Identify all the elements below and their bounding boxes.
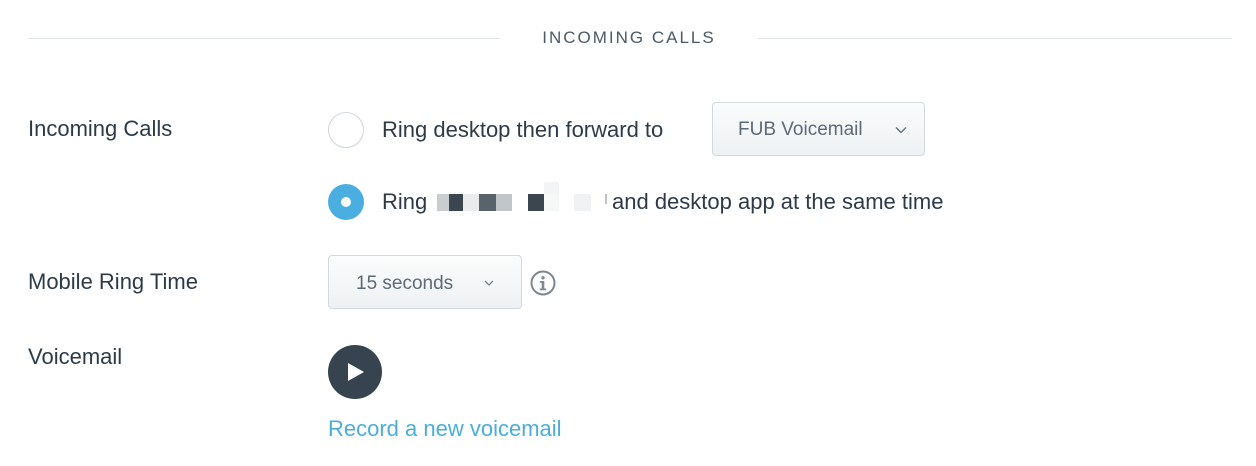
mobile-ring-time-label: Mobile Ring Time [28,269,198,294]
radio-selected-dot [341,197,351,207]
chevron-down-icon [895,126,907,134]
radio-ring-desktop-then-forward[interactable] [328,112,364,148]
mobile-ring-time-value: 15 seconds [356,273,454,294]
section-divider-left [28,38,500,39]
play-icon [348,363,364,381]
incoming-calls-settings: INCOMING CALLS Incoming Calls Ring deskt… [0,0,1256,466]
section-title: INCOMING CALLS [542,28,716,47]
incoming-calls-label: Incoming Calls [28,116,173,141]
forward-to-dropdown[interactable]: FUB Voicemail [712,102,925,156]
forward-to-dropdown-value: FUB Voicemail [738,119,863,140]
redacted-phone-number [437,182,609,222]
voicemail-label: Voicemail [28,344,123,369]
record-new-voicemail-link[interactable]: Record a new voicemail [328,416,562,442]
info-icon[interactable] [529,269,557,297]
mobile-ring-time-dropdown[interactable]: 15 seconds [328,255,522,309]
option-ring-simultaneous-suffix[interactable]: and desktop app at the same time [612,189,943,215]
option-ring-desktop-then-forward-label[interactable]: Ring desktop then forward to [382,117,663,143]
chevron-down-icon [484,280,494,286]
section-divider-right [758,38,1232,39]
option-ring-simultaneous-prefix[interactable]: Ring [382,189,427,215]
radio-ring-phone-and-desktop[interactable] [328,184,364,220]
play-voicemail-button[interactable] [328,345,382,399]
